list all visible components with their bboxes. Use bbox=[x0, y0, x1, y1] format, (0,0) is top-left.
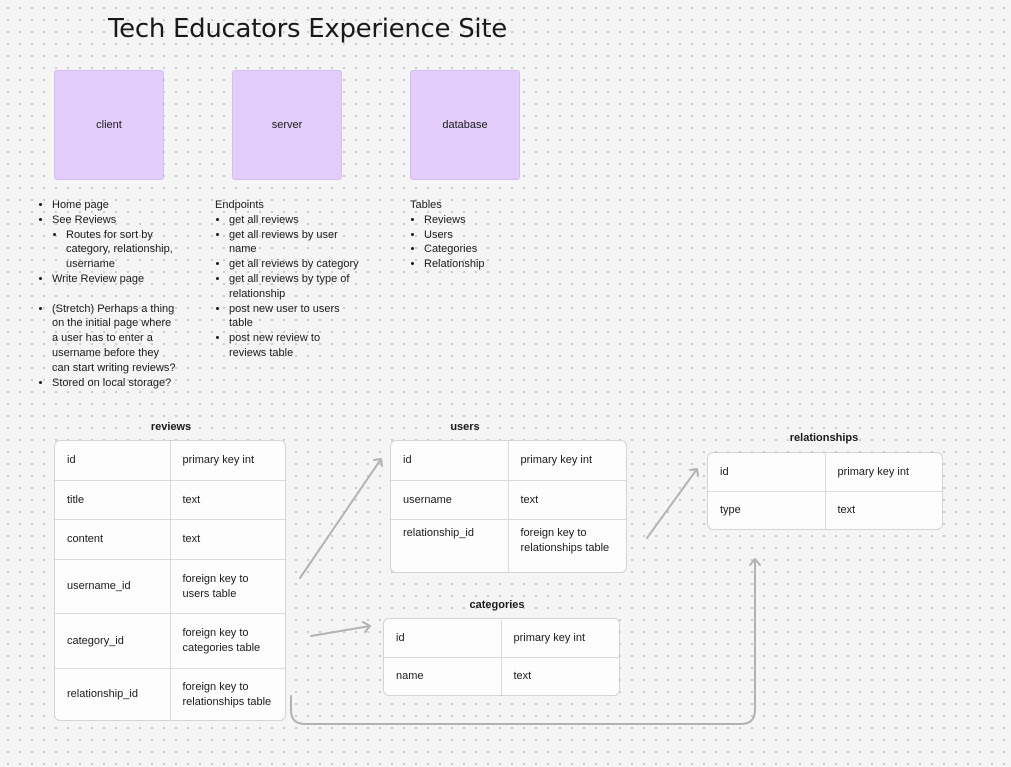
table-row: category_id foreign key to categories ta… bbox=[55, 613, 285, 668]
field-type: primary key int bbox=[520, 454, 593, 466]
field-name: id bbox=[55, 441, 171, 480]
field-type: text bbox=[182, 493, 201, 506]
relationships-table-title: relationships bbox=[789, 432, 859, 444]
field-name: relationship_id bbox=[55, 669, 171, 720]
field-type: text bbox=[837, 504, 856, 516]
field-name: name bbox=[384, 658, 502, 695]
categories-table[interactable]: id primary key int name text bbox=[383, 618, 620, 696]
field-type: foreign key to users table bbox=[182, 572, 249, 600]
table-row: id primary key int bbox=[708, 453, 942, 491]
table-row: id primary key int bbox=[391, 441, 626, 480]
table-row: type text bbox=[708, 491, 942, 529]
field-name: id bbox=[384, 619, 502, 657]
field-name: id bbox=[708, 453, 826, 491]
field-type: primary key int bbox=[837, 465, 910, 478]
field-name: content bbox=[55, 520, 171, 559]
field-type: text bbox=[182, 533, 201, 545]
table-row: relationship_id foreign key to relations… bbox=[55, 668, 285, 720]
arrow-reviews-to-users bbox=[299, 458, 382, 579]
field-name: relationship_id bbox=[391, 520, 509, 572]
table-row: name text bbox=[384, 657, 619, 695]
field-type: primary key int bbox=[182, 454, 255, 466]
arrow-reviews-to-categories bbox=[310, 625, 371, 637]
field-type: primary key int bbox=[513, 631, 586, 644]
field-name: type bbox=[708, 492, 826, 529]
field-type: text bbox=[513, 670, 532, 682]
categories-table-title: categories bbox=[469, 599, 525, 611]
table-row: id primary key int bbox=[384, 619, 619, 657]
table-row: relationship_id foreign key to relations… bbox=[391, 519, 626, 572]
field-type: foreign key to categories table bbox=[182, 627, 261, 654]
reviews-table[interactable]: id primary key int title text content te… bbox=[54, 440, 286, 721]
field-name: category_id bbox=[55, 614, 171, 668]
table-row: id primary key int bbox=[55, 441, 285, 480]
relationships-table[interactable]: id primary key int type text bbox=[707, 452, 943, 530]
field-type: foreign key to relationships table bbox=[520, 527, 610, 554]
users-table[interactable]: id primary key int username text relatio… bbox=[390, 440, 627, 573]
users-table-title: users bbox=[450, 421, 480, 433]
table-row: username_id foreign key to users table bbox=[55, 559, 285, 613]
reviews-table-title: reviews bbox=[150, 421, 192, 433]
field-type: foreign key to relationships table bbox=[182, 680, 272, 708]
field-name: title bbox=[55, 481, 171, 519]
field-name: username_id bbox=[55, 560, 171, 613]
field-type: text bbox=[520, 493, 539, 506]
table-row: username text bbox=[391, 480, 626, 519]
field-name: username bbox=[391, 481, 509, 519]
table-row: title text bbox=[55, 480, 285, 519]
field-name: id bbox=[391, 441, 509, 480]
arrow-users-to-relationships bbox=[646, 468, 698, 539]
table-row: content text bbox=[55, 519, 285, 559]
